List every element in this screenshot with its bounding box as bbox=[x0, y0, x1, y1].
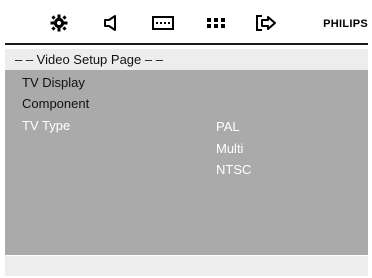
menu-item-tv-display[interactable]: TV Display bbox=[22, 75, 85, 90]
speaker-icon[interactable] bbox=[99, 12, 125, 34]
menu-item-component[interactable]: Component bbox=[22, 96, 89, 111]
page-title: – – Video Setup Page – – bbox=[5, 49, 368, 70]
menu-item-tv-type[interactable]: TV Type bbox=[22, 118, 70, 133]
dots-grid-icon[interactable] bbox=[203, 12, 229, 34]
brand-logo: PHILIPS bbox=[323, 18, 368, 30]
option-pal[interactable]: PAL bbox=[216, 119, 240, 134]
gear-icon[interactable] bbox=[46, 12, 72, 34]
divider bbox=[5, 43, 368, 45]
option-multi[interactable]: Multi bbox=[216, 141, 243, 156]
display-icon[interactable] bbox=[150, 12, 176, 34]
page-title-text: – – Video Setup Page – – bbox=[15, 52, 163, 67]
exit-arrow-icon[interactable] bbox=[253, 12, 279, 34]
option-ntsc[interactable]: NTSC bbox=[216, 162, 251, 177]
top-toolbar: PHILIPS bbox=[5, 6, 368, 42]
footer-bar bbox=[5, 256, 368, 276]
setup-menu: TV Display Component TV Type PAL Multi N… bbox=[5, 70, 368, 255]
